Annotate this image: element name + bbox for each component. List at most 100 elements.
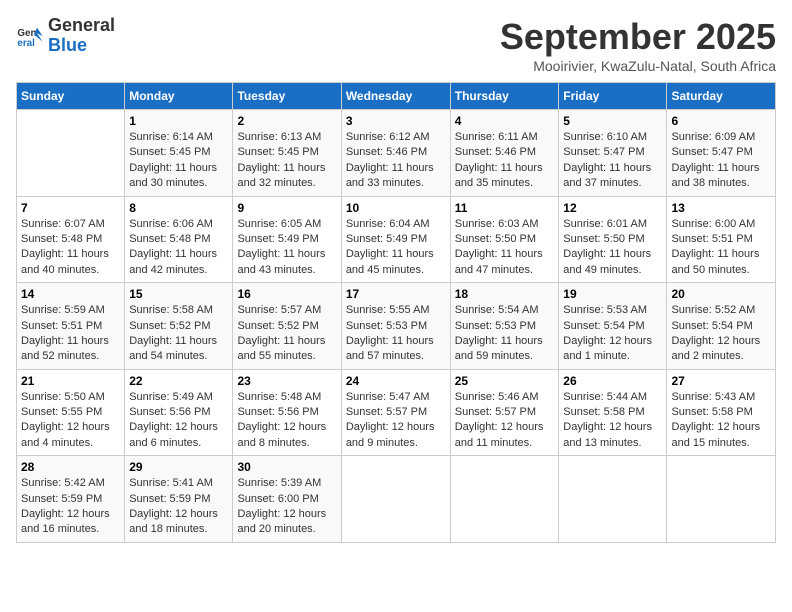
day-number: 19 — [563, 287, 662, 301]
day-number: 1 — [129, 114, 228, 128]
day-number: 14 — [21, 287, 120, 301]
title-area: September 2025 Mooirivier, KwaZulu-Natal… — [500, 16, 776, 74]
calendar-cell — [559, 456, 667, 543]
day-number: 10 — [346, 201, 446, 215]
day-info: Sunrise: 5:55 AM Sunset: 5:53 PM Dayligh… — [346, 303, 446, 365]
calendar-week-row: 14 Sunrise: 5:59 AM Sunset: 5:51 PM Dayli… — [17, 283, 776, 370]
calendar-cell: 30Sunrise: 5:39 AM Sunset: 6:00 PM Dayli… — [233, 456, 341, 543]
header-wednesday: Wednesday — [341, 83, 450, 110]
day-number: 24 — [346, 374, 446, 388]
calendar-week-row: 28 Sunrise: 5:42 AM Sunset: 5:59 PM Dayli… — [17, 456, 776, 543]
calendar-cell — [667, 456, 776, 543]
calendar-cell: 6 Sunrise: 6:09 AM Sunset: 5:47 PM Daylig… — [667, 110, 776, 197]
calendar-cell — [450, 456, 559, 543]
header-thursday: Thursday — [450, 83, 559, 110]
day-info: Sunrise: 5:52 AM Sunset: 5:54 PM Dayligh… — [671, 303, 771, 365]
day-info: Sunrise: 5:57 AM Sunset: 5:52 PM Dayligh… — [237, 303, 336, 365]
calendar-cell: 1 Sunrise: 6:14 AM Sunset: 5:45 PM Daylig… — [125, 110, 233, 197]
day-info: Sunrise: 5:46 AM Sunset: 5:57 PM Dayligh… — [455, 390, 555, 452]
day-info: Sunrise: 6:07 AM Sunset: 5:48 PM Dayligh… — [21, 217, 120, 279]
calendar-table: SundayMondayTuesdayWednesdayThursdayFrid… — [16, 82, 776, 543]
day-number: 2 — [237, 114, 336, 128]
day-info: Sunrise: 5:42 AM Sunset: 5:59 PM Dayligh… — [21, 476, 120, 538]
day-number: 18 — [455, 287, 555, 301]
calendar-cell: 7 Sunrise: 6:07 AM Sunset: 5:48 PM Daylig… — [17, 196, 125, 283]
calendar-cell: 5Sunrise: 6:10 AM Sunset: 5:47 PM Daylig… — [559, 110, 667, 197]
day-number: 8 — [129, 201, 228, 215]
logo-icon: Gen eral — [16, 22, 44, 50]
calendar-cell: 22 Sunrise: 5:49 AM Sunset: 5:56 PM Dayli… — [125, 369, 233, 456]
calendar-cell: 29 Sunrise: 5:41 AM Sunset: 5:59 PM Dayli… — [125, 456, 233, 543]
page-header: Gen eral General Blue September 2025 Moo… — [16, 16, 776, 74]
calendar-cell: 16 Sunrise: 5:57 AM Sunset: 5:52 PM Dayli… — [233, 283, 341, 370]
header-saturday: Saturday — [667, 83, 776, 110]
day-number: 16 — [237, 287, 336, 301]
day-number: 28 — [21, 460, 120, 474]
day-number: 11 — [455, 201, 555, 215]
day-number: 29 — [129, 460, 228, 474]
calendar-cell: 27Sunrise: 5:43 AM Sunset: 5:58 PM Dayli… — [667, 369, 776, 456]
day-number: 12 — [563, 201, 662, 215]
header-tuesday: Tuesday — [233, 83, 341, 110]
day-info: Sunrise: 6:14 AM Sunset: 5:45 PM Dayligh… — [129, 130, 228, 192]
day-info: Sunrise: 5:54 AM Sunset: 5:53 PM Dayligh… — [455, 303, 555, 365]
calendar-cell — [341, 456, 450, 543]
calendar-cell: 26 Sunrise: 5:44 AM Sunset: 5:58 PM Dayli… — [559, 369, 667, 456]
calendar-cell: 2 Sunrise: 6:13 AM Sunset: 5:45 PM Daylig… — [233, 110, 341, 197]
day-number: 3 — [346, 114, 446, 128]
calendar-cell: 20 Sunrise: 5:52 AM Sunset: 5:54 PM Dayli… — [667, 283, 776, 370]
day-info: Sunrise: 5:47 AM Sunset: 5:57 PM Dayligh… — [346, 390, 446, 452]
day-info: Sunrise: 5:49 AM Sunset: 5:56 PM Dayligh… — [129, 390, 228, 452]
day-info: Sunrise: 6:13 AM Sunset: 5:45 PM Dayligh… — [237, 130, 336, 192]
day-number: 27 — [671, 374, 771, 388]
calendar-cell: 8Sunrise: 6:06 AM Sunset: 5:48 PM Daylig… — [125, 196, 233, 283]
calendar-cell: 19 Sunrise: 5:53 AM Sunset: 5:54 PM Dayli… — [559, 283, 667, 370]
day-number: 15 — [129, 287, 228, 301]
calendar-cell: 13 Sunrise: 6:00 AM Sunset: 5:51 PM Dayli… — [667, 196, 776, 283]
month-title: September 2025 — [500, 16, 776, 58]
header-friday: Friday — [559, 83, 667, 110]
calendar-week-row: 1 Sunrise: 6:14 AM Sunset: 5:45 PM Daylig… — [17, 110, 776, 197]
day-number: 4 — [455, 114, 555, 128]
day-number: 22 — [129, 374, 228, 388]
day-info: Sunrise: 5:44 AM Sunset: 5:58 PM Dayligh… — [563, 390, 662, 452]
calendar-cell: 3 Sunrise: 6:12 AM Sunset: 5:46 PM Daylig… — [341, 110, 450, 197]
calendar-cell: 10 Sunrise: 6:04 AM Sunset: 5:49 PM Dayli… — [341, 196, 450, 283]
day-number: 30 — [237, 460, 336, 474]
header-sunday: Sunday — [17, 83, 125, 110]
day-info: Sunrise: 5:50 AM Sunset: 5:55 PM Dayligh… — [21, 390, 120, 452]
calendar-cell: 9Sunrise: 6:05 AM Sunset: 5:49 PM Daylig… — [233, 196, 341, 283]
logo-text: General Blue — [48, 16, 115, 56]
day-number: 9 — [237, 201, 336, 215]
calendar-cell: 21 Sunrise: 5:50 AM Sunset: 5:55 PM Dayli… — [17, 369, 125, 456]
day-number: 6 — [671, 114, 771, 128]
calendar-cell: 18 Sunrise: 5:54 AM Sunset: 5:53 PM Dayli… — [450, 283, 559, 370]
day-number: 23 — [237, 374, 336, 388]
day-info: Sunrise: 6:09 AM Sunset: 5:47 PM Dayligh… — [671, 130, 771, 192]
day-number: 17 — [346, 287, 446, 301]
day-info: Sunrise: 6:12 AM Sunset: 5:46 PM Dayligh… — [346, 130, 446, 192]
calendar-week-row: 7 Sunrise: 6:07 AM Sunset: 5:48 PM Daylig… — [17, 196, 776, 283]
calendar-cell: 24 Sunrise: 5:47 AM Sunset: 5:57 PM Dayli… — [341, 369, 450, 456]
location-subtitle: Mooirivier, KwaZulu-Natal, South Africa — [500, 58, 776, 74]
day-number: 26 — [563, 374, 662, 388]
day-info: Sunrise: 5:59 AM Sunset: 5:51 PM Dayligh… — [21, 303, 120, 365]
day-info: Sunrise: 5:41 AM Sunset: 5:59 PM Dayligh… — [129, 476, 228, 538]
day-info: Sunrise: 6:01 AM Sunset: 5:50 PM Dayligh… — [563, 217, 662, 279]
day-number: 21 — [21, 374, 120, 388]
header-monday: Monday — [125, 83, 233, 110]
day-number: 25 — [455, 374, 555, 388]
day-number: 20 — [671, 287, 771, 301]
day-number: 13 — [671, 201, 771, 215]
day-info: Sunrise: 6:04 AM Sunset: 5:49 PM Dayligh… — [346, 217, 446, 279]
calendar-week-row: 21 Sunrise: 5:50 AM Sunset: 5:55 PM Dayli… — [17, 369, 776, 456]
calendar-cell: 25 Sunrise: 5:46 AM Sunset: 5:57 PM Dayli… — [450, 369, 559, 456]
day-info: Sunrise: 6:00 AM Sunset: 5:51 PM Dayligh… — [671, 217, 771, 279]
day-number: 7 — [21, 201, 120, 215]
calendar-cell: 17 Sunrise: 5:55 AM Sunset: 5:53 PM Dayli… — [341, 283, 450, 370]
calendar-cell — [17, 110, 125, 197]
calendar-header-row: SundayMondayTuesdayWednesdayThursdayFrid… — [17, 83, 776, 110]
calendar-cell: 12 Sunrise: 6:01 AM Sunset: 5:50 PM Dayli… — [559, 196, 667, 283]
svg-text:eral: eral — [17, 38, 35, 49]
day-info: Sunrise: 5:53 AM Sunset: 5:54 PM Dayligh… — [563, 303, 662, 365]
